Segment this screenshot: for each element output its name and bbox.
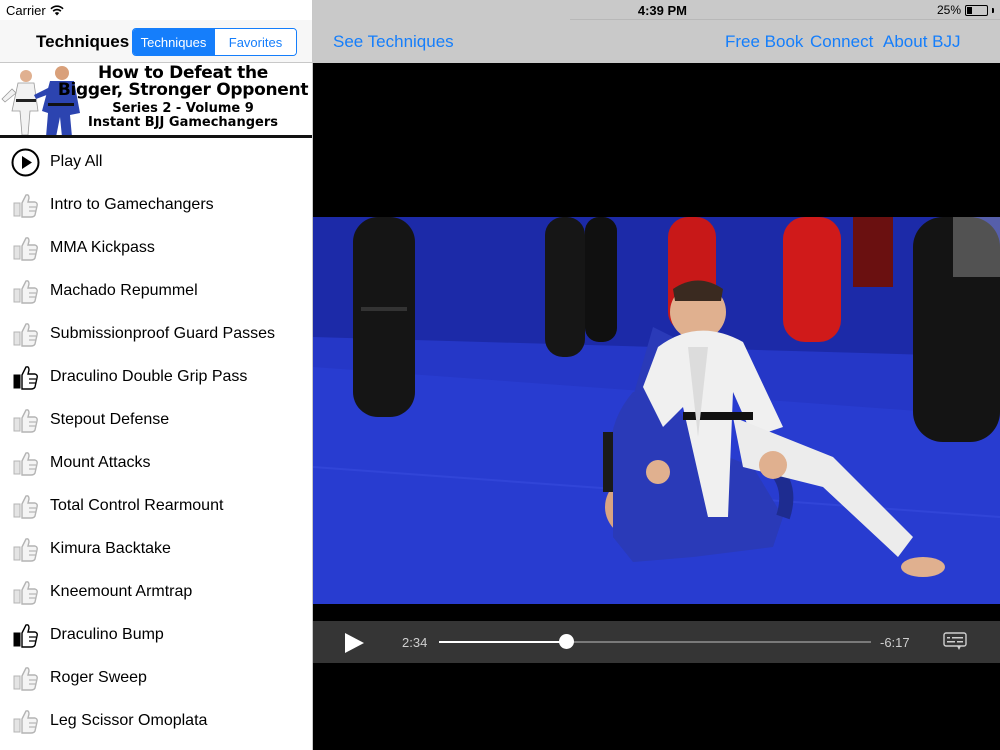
thumbs-up-icon[interactable]: [11, 363, 40, 392]
thumbs-up-icon[interactable]: [11, 664, 40, 693]
scrubber-track[interactable]: [439, 634, 871, 649]
segment-favorites[interactable]: Favorites: [214, 29, 296, 55]
list-item-label: Play All: [50, 153, 103, 170]
thumbs-up-icon[interactable]: [11, 621, 40, 650]
status-bar-left: Carrier: [6, 3, 64, 18]
playback-controls: 2:34 -6:17: [313, 621, 1000, 663]
list-item-label: Intro to Gamechangers: [50, 196, 214, 213]
list-item-label: Mount Attacks: [50, 454, 151, 471]
segmented-control: Techniques Favorites: [132, 28, 297, 56]
list-item-label: Leg Scissor Omoplata: [50, 712, 208, 729]
time-elapsed: 2:34: [402, 635, 428, 650]
list-item-label: Machado Repummel: [50, 282, 198, 299]
list-item-label: Submissionproof Guard Passes: [50, 325, 275, 342]
thumbs-up-icon[interactable]: [11, 277, 40, 306]
list-item[interactable]: Mount Attacks: [0, 442, 312, 485]
play-all-row[interactable]: Play All: [0, 141, 312, 184]
main-nav-bar: 4:39 PM 25% See Techniques Free Book Con…: [313, 0, 1000, 63]
about-bjj-link[interactable]: About BJJ: [883, 32, 961, 52]
thumbs-up-icon[interactable]: [11, 191, 40, 220]
thumbs-up-icon[interactable]: [11, 406, 40, 435]
list-item[interactable]: Draculino Bump: [0, 614, 312, 657]
sidebar-nav-bar: Techniques Techniques Favorites: [0, 20, 312, 63]
battery-icon: [965, 4, 988, 16]
list-item-label: Stepout Defense: [50, 411, 170, 428]
sidebar-title: Techniques: [36, 32, 130, 51]
banner-title-line2: Bigger, Stronger Opponent: [57, 80, 309, 100]
list-item[interactable]: Kneemount Armtrap: [0, 571, 312, 614]
banner-text: How to Defeat the Bigger, Stronger Oppon…: [55, 65, 311, 130]
banner-subtitle: Instant BJJ Gamechangers: [88, 115, 278, 130]
volume-banner: How to Defeat the Bigger, Stronger Oppon…: [0, 63, 312, 138]
thumbs-up-icon[interactable]: [11, 320, 40, 349]
list-item[interactable]: Leg Scissor Omoplata: [0, 700, 312, 743]
video-still-image: [313, 217, 1000, 604]
sidebar: Carrier Techniques Techniques Favorites: [0, 0, 313, 750]
list-item-label: Total Control Rearmount: [50, 497, 224, 514]
free-book-link[interactable]: Free Book: [725, 32, 803, 52]
list-item[interactable]: Draculino Double Grip Pass: [0, 356, 312, 399]
scrubber-progress: [439, 641, 567, 643]
wifi-icon: [50, 5, 64, 16]
connect-link[interactable]: Connect: [810, 32, 873, 52]
list-item-label: Draculino Double Grip Pass: [50, 368, 248, 385]
list-item[interactable]: Intro to Gamechangers: [0, 184, 312, 227]
segment-techniques[interactable]: Techniques: [133, 29, 214, 55]
captions-icon[interactable]: [943, 632, 967, 652]
list-item-label: Kimura Backtake: [50, 540, 171, 557]
time-remaining: -6:17: [880, 635, 910, 650]
thumbs-up-icon[interactable]: [11, 234, 40, 263]
list-item[interactable]: Machado Repummel: [0, 270, 312, 313]
carrier-label: Carrier: [6, 3, 46, 18]
list-item-label: Kneemount Armtrap: [50, 583, 193, 600]
thumbs-up-icon[interactable]: [11, 707, 40, 736]
thumbs-up-icon[interactable]: [11, 578, 40, 607]
battery-indicator: 25%: [937, 3, 994, 17]
list-item[interactable]: Submissionproof Guard Passes: [0, 313, 312, 356]
scrubber-thumb[interactable]: [559, 634, 575, 649]
status-time: 4:39 PM: [637, 3, 687, 18]
play-icon[interactable]: [343, 632, 365, 654]
list-item[interactable]: Roger Sweep: [0, 657, 312, 700]
list-item[interactable]: Stepout Defense: [0, 399, 312, 442]
technique-list: Play All Intro to Gamechangers MMA Kickp…: [0, 141, 312, 743]
battery-percent: 25%: [936, 3, 961, 17]
list-item[interactable]: Kimura Backtake: [0, 528, 312, 571]
see-techniques-link[interactable]: See Techniques: [333, 32, 454, 52]
video-frame[interactable]: [313, 217, 1000, 604]
thumbs-up-icon[interactable]: [11, 492, 40, 521]
thumbs-up-icon[interactable]: [11, 535, 40, 564]
thumbs-up-icon[interactable]: [11, 449, 40, 478]
play-circle-icon: [11, 148, 40, 177]
list-item[interactable]: Total Control Rearmount: [0, 485, 312, 528]
list-item-label: Draculino Bump: [50, 626, 164, 643]
app-window: Carrier Techniques Techniques Favorites: [0, 0, 1000, 750]
list-item[interactable]: MMA Kickpass: [0, 227, 312, 270]
list-item-label: Roger Sweep: [50, 669, 147, 686]
list-item-label: MMA Kickpass: [50, 239, 155, 256]
banner-series: Series 2 - Volume 9: [112, 101, 254, 116]
